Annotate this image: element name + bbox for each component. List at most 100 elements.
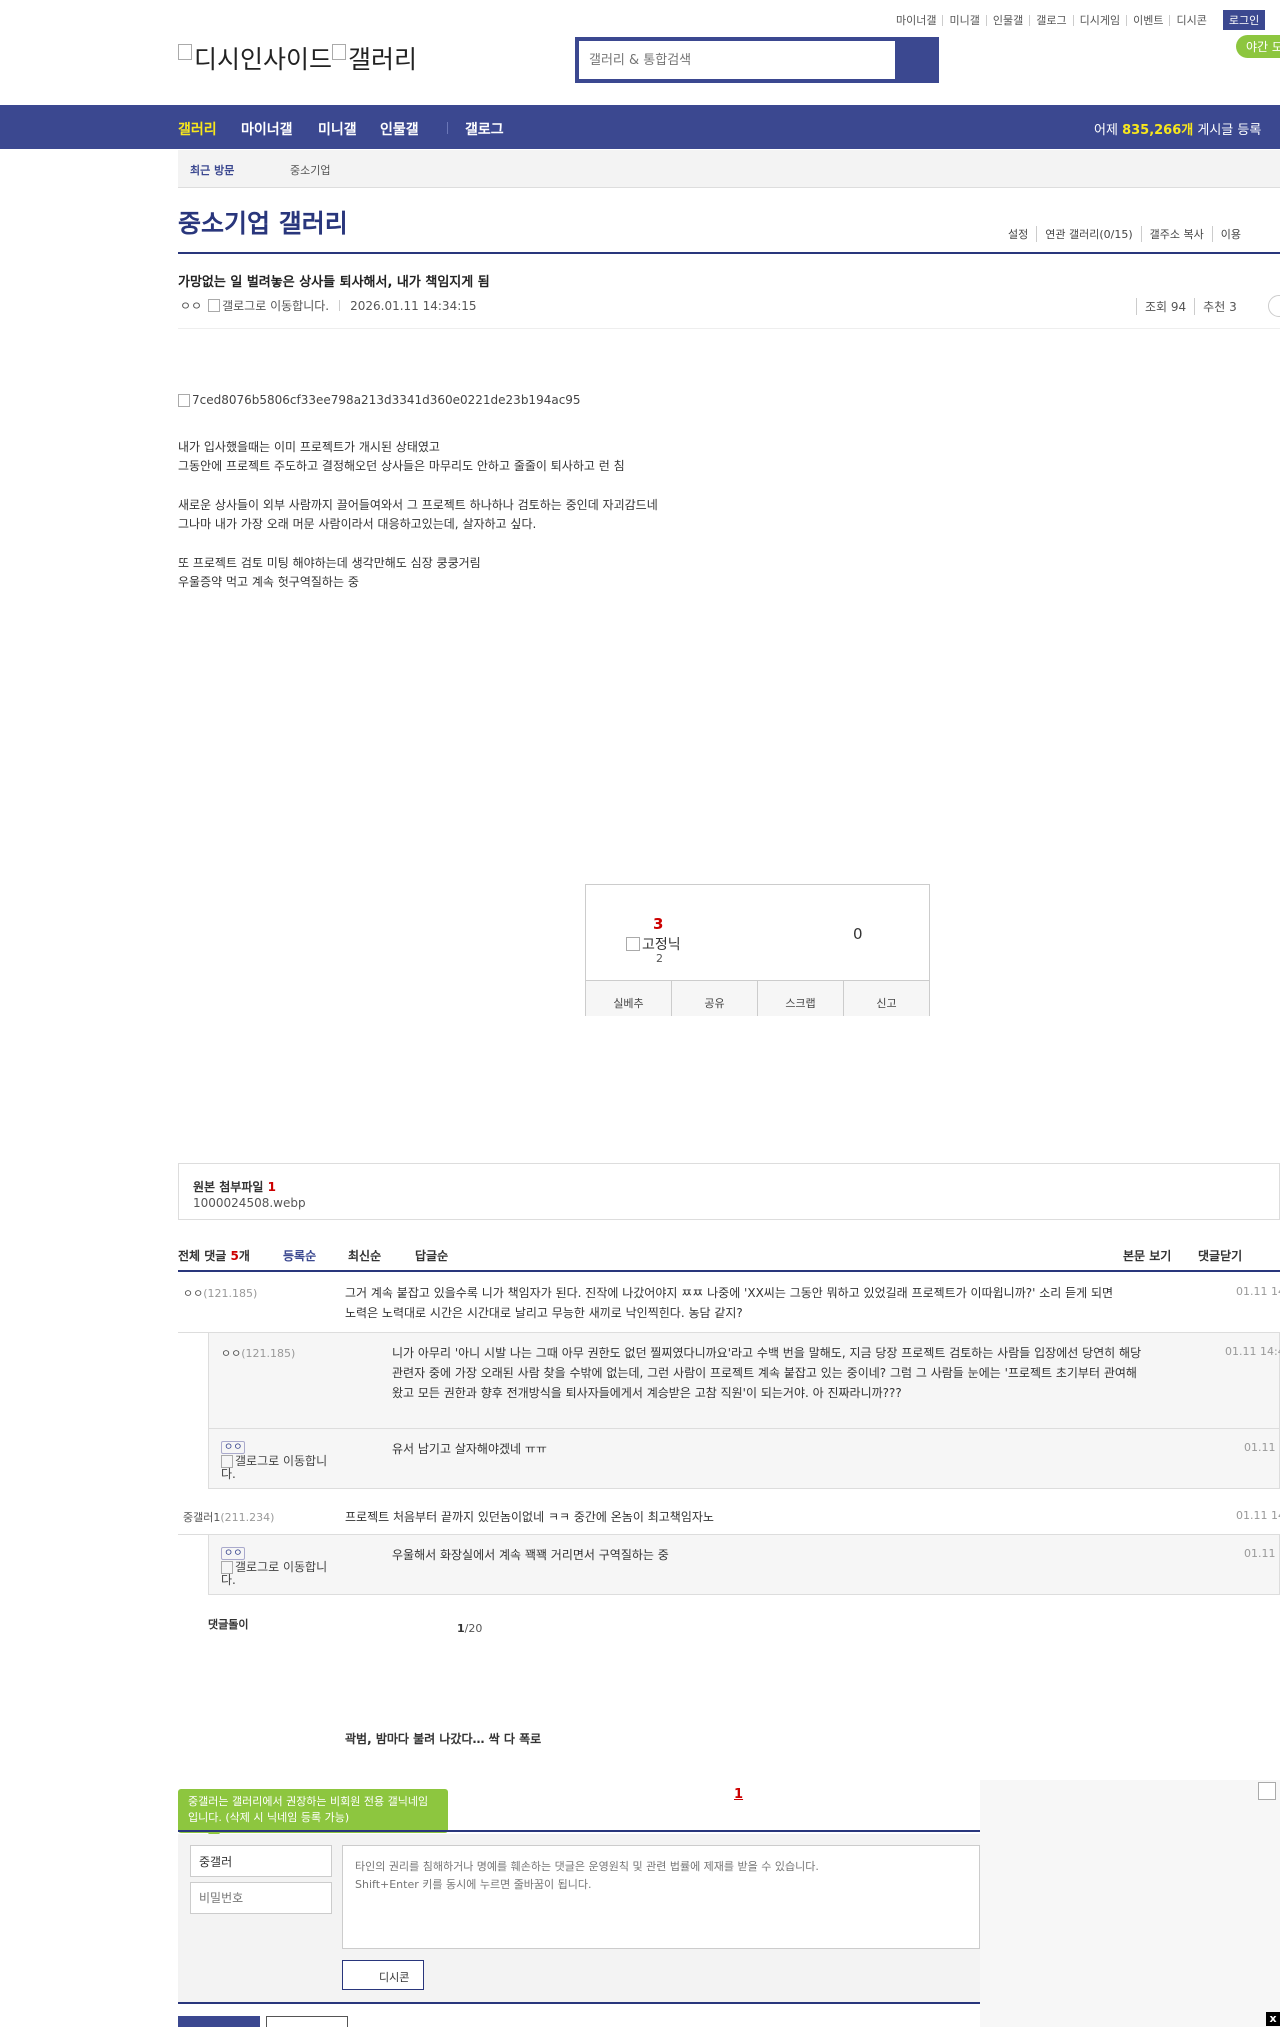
comments-header: 전체 댓글 5개 등록순 최신순 답글순 본문 보기 댓글닫기 xyxy=(178,1247,1280,1267)
post-recommends: 추천 3 xyxy=(1194,298,1245,315)
nickname-input[interactable] xyxy=(190,1845,332,1877)
post-body-line: 새로운 상사들이 외부 사람까지 끌어들여와서 그 프로젝트 하나하나 검토하는… xyxy=(178,498,658,512)
search-input[interactable] xyxy=(579,41,895,79)
post-image-alt: 7ced8076b5806cf33ee798a213d3341d360e0221… xyxy=(192,393,581,407)
gallery-title[interactable]: 중소기업 갤러리 xyxy=(178,204,348,240)
comment-text: 유서 남기고 살자해야겠네 ㅠㅠ xyxy=(392,1442,547,1456)
comment-date: 01.11 14: xyxy=(1236,1285,1280,1298)
broken-image-icon xyxy=(626,937,640,951)
post-stats: 조회 94 추천 3 xyxy=(1136,298,1245,315)
gnb-divider xyxy=(447,122,448,134)
dccon-button[interactable]: 디시콘 xyxy=(342,1960,424,1990)
nick-tip-tooltip: 중갤러는 갤러리에서 권장하는 비회원 전용 갤닉네임입니다. (삭제 시 닉네… xyxy=(178,1789,448,1833)
gallery-title-links: 설정 연관 갤러리(0/15) 갤주소 복사 이용 xyxy=(1000,226,1249,242)
logo-text-dcinside: 디시인사이드 xyxy=(194,45,333,74)
comment-date: 01.11 14:4 xyxy=(1225,1345,1280,1358)
night-mode-button[interactable]: 야간 모드 xyxy=(1236,35,1280,58)
comment-page-1[interactable]: 1 xyxy=(734,1787,743,1802)
write-bottom-divider xyxy=(178,2002,980,2004)
post-author[interactable]: ㅇㅇ xyxy=(180,297,202,314)
gnb-minor-gallery[interactable]: 마이너갤 xyxy=(241,119,293,139)
share-button[interactable]: 공유 xyxy=(671,981,757,1016)
comment-date: 01.11 1 xyxy=(1244,1441,1280,1454)
post-author-gallog-link[interactable]: 갤로그로 이동합니다. xyxy=(222,297,329,314)
post-title: 가망없는 일 벌려놓은 상사들 퇴사해서, 내가 책임지게 됨 xyxy=(178,275,490,290)
comment-textarea[interactable] xyxy=(342,1845,980,1949)
scrap-button[interactable]: 스크랩 xyxy=(757,981,843,1016)
comment-date: 01.11 1 xyxy=(1244,1547,1280,1560)
util-gallog-link[interactable]: 갤로그 xyxy=(1029,14,1072,26)
primary-action-button[interactable] xyxy=(178,2016,260,2027)
secondary-action-button[interactable] xyxy=(266,2016,348,2027)
comment-dolly-page: 1/20 xyxy=(457,1622,483,1635)
downvote-count[interactable]: 0 xyxy=(853,925,863,943)
sort-by-latest[interactable]: 최신순 xyxy=(348,1247,381,1264)
comment-nick-badge[interactable]: ㅇㅇ xyxy=(221,1441,246,1454)
gallery-settings-link[interactable]: 설정 xyxy=(1000,226,1036,242)
password-input[interactable] xyxy=(190,1882,332,1914)
attachment-file-link[interactable]: 1000024508.webp xyxy=(193,1196,306,1210)
fixed-nick-count: 2 xyxy=(656,952,663,965)
gallery-usage-link[interactable]: 이용 xyxy=(1211,226,1249,242)
comment-date: 01.11 14 xyxy=(1236,1509,1280,1522)
close-icon[interactable]: x xyxy=(1266,2012,1280,2026)
util-event-link[interactable]: 이벤트 xyxy=(1126,14,1169,26)
view-body-button[interactable]: 본문 보기 xyxy=(1123,1247,1171,1264)
comments-divider xyxy=(178,1270,1280,1272)
comment-nick[interactable]: ㅇㅇ(121.185) xyxy=(183,1285,257,1301)
gnb-gallery[interactable]: 갤러리 xyxy=(178,119,217,139)
broken-image-icon[interactable] xyxy=(1258,1782,1276,1800)
comment-text: 프로젝트 처음부터 끝까지 있던놈이없네 ㅋㅋ 중간에 온놈이 최고책임자노 xyxy=(345,1510,714,1524)
broken-image-icon xyxy=(208,299,221,312)
site-logo[interactable]: 디시인사이드 갤러리 xyxy=(178,40,417,76)
util-person-gallery-link[interactable]: 인물갤 xyxy=(985,14,1029,26)
attachment-label: 원본 첨부파일 1 xyxy=(193,1180,276,1194)
upvote-count: 3 xyxy=(653,915,664,933)
meta-divider-line xyxy=(178,328,1280,329)
write-divider xyxy=(178,1830,980,1832)
recent-visit-item[interactable]: 중소기업 xyxy=(290,162,330,178)
sort-by-replies[interactable]: 답글순 xyxy=(415,1247,448,1264)
ad-headline-link[interactable]: 곽범, 밤마다 불려 나갔다… 싹 다 폭로 xyxy=(345,1730,541,1747)
close-comments-button[interactable]: 댓글닫기 xyxy=(1198,1247,1242,1264)
comment-dolly-label: 댓글돌이 xyxy=(208,1618,249,1631)
util-dcgame-link[interactable]: 디시게임 xyxy=(1072,14,1126,26)
meta-divider xyxy=(339,300,341,311)
copy-gallery-url-link[interactable]: 갤주소 복사 xyxy=(1140,226,1212,242)
post-views: 조회 94 xyxy=(1136,298,1194,315)
broken-image-icon xyxy=(178,393,190,407)
reply-item: ㅇㅇ 갤로그로 이동합니다. 우울해서 화장실에서 계속 꽥꽥 거리면서 구역질… xyxy=(208,1535,1280,1595)
gnb-person-gallery[interactable]: 인물갤 xyxy=(380,119,419,139)
util-mini-gallery-link[interactable]: 미니갤 xyxy=(942,14,985,26)
login-button[interactable]: 로그인 xyxy=(1222,10,1266,30)
report-button[interactable]: 신고 xyxy=(843,981,929,1016)
related-gallery-link[interactable]: 연관 갤러리(0/15) xyxy=(1036,226,1140,242)
comment-total: 전체 댓글 5개 xyxy=(178,1249,250,1263)
post-body-line: 우울증약 먹고 계속 헛구역질하는 중 xyxy=(178,575,359,589)
comment-nick[interactable]: ㅇㅇ(121.185) xyxy=(221,1345,295,1361)
side-ad-panel xyxy=(980,1780,1280,2027)
post-meta: ㅇㅇ 갤로그로 이동합니다. 2026.01.11 14:34:15 xyxy=(180,297,477,314)
comment-item: ㅇㅇ(121.185) 그거 계속 붙잡고 있을수록 니가 책임자가 된다. 진… xyxy=(178,1273,1280,1333)
post-datetime: 2026.01.11 14:34:15 xyxy=(350,298,477,313)
recommend-box: 3 고정닉 2 0 실베추 공유 스크랩 신고 xyxy=(585,884,930,1016)
post-body-line: 또 프로젝트 검토 미팅 해야하는데 생각만해도 심장 쿵쿵거림 xyxy=(178,556,481,570)
fixed-nick-upvote[interactable]: 고정닉 xyxy=(626,934,681,954)
daily-post-count: 어제 835,266개 게시글 등록 xyxy=(1094,123,1262,138)
comment-gallog-link[interactable]: 갤로그로 이동합니다. xyxy=(221,1455,341,1481)
attachment-box: 원본 첨부파일 1 1000024508.webp xyxy=(178,1163,1280,1220)
post-image[interactable]: 7ced8076b5806cf33ee798a213d3341d360e0221… xyxy=(178,393,581,407)
logo-text-gallery: 갤러리 xyxy=(348,45,418,74)
more-options-icon[interactable] xyxy=(1268,295,1280,317)
best-recommend-button[interactable]: 실베추 xyxy=(586,981,671,1016)
comment-nick-badge[interactable]: ㅇㅇ xyxy=(221,1547,246,1560)
gnb-gallog[interactable]: 갤로그 xyxy=(465,119,504,139)
util-minor-gallery-link[interactable]: 마이너갤 xyxy=(890,15,942,26)
util-dccon-link[interactable]: 디시콘 xyxy=(1169,14,1212,26)
recent-visits-bar: 최근 방문 중소기업 xyxy=(178,150,1280,188)
comment-gallog-link[interactable]: 갤로그로 이동합니다. xyxy=(221,1561,341,1587)
gnb-mini-gallery[interactable]: 미니갤 xyxy=(318,119,357,139)
post-body-line: 그나마 내가 가장 오래 머문 사람이라서 대응하고있는데, 살자하고 싶다. xyxy=(178,517,537,531)
comment-nick[interactable]: 중갤러1(211.234) xyxy=(183,1509,274,1525)
sort-by-registration[interactable]: 등록순 xyxy=(283,1247,316,1264)
